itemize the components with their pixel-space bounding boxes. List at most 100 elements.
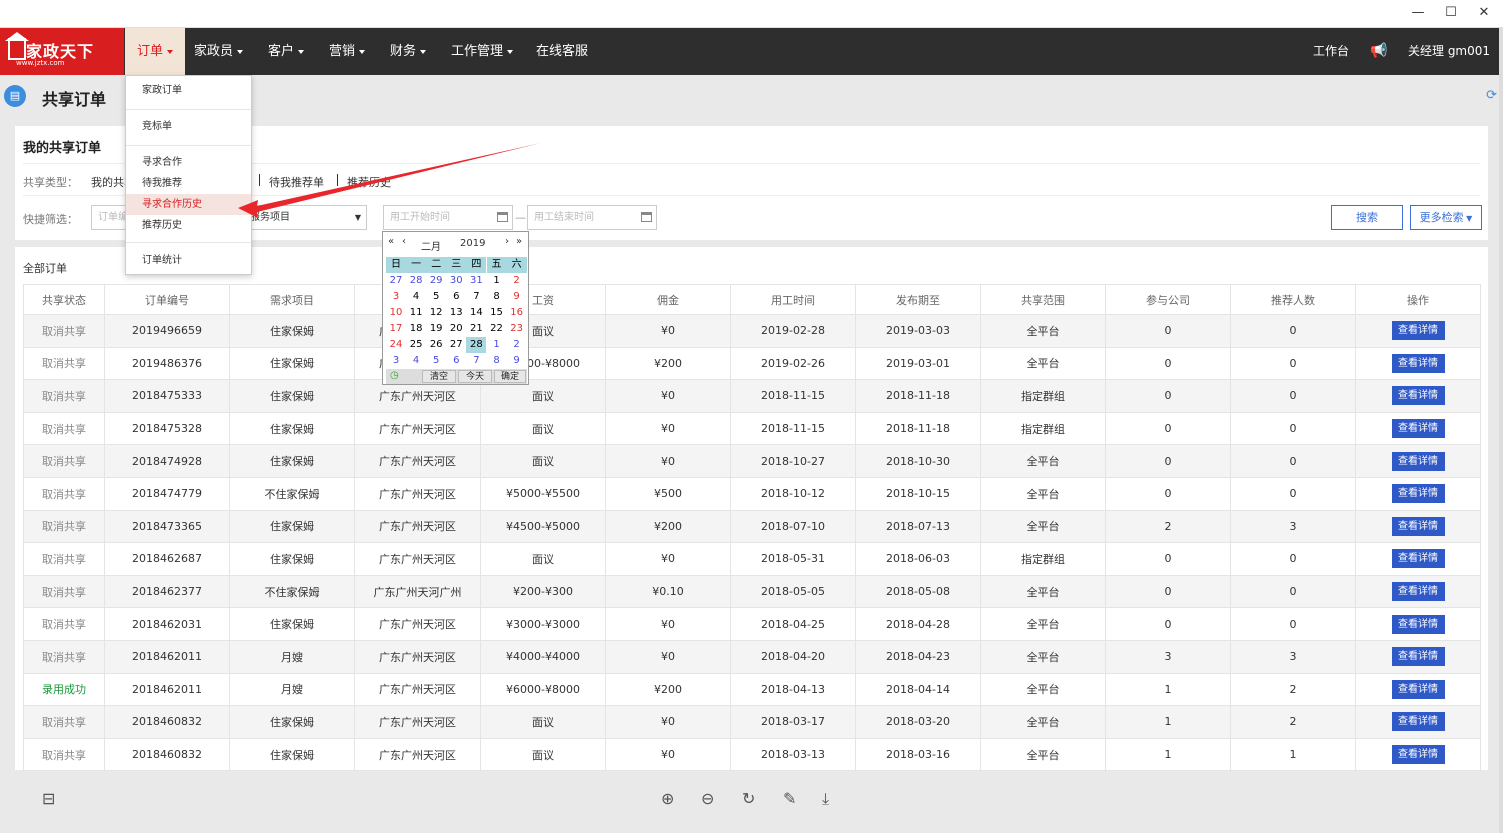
calendar-day[interactable]: 20 [446,321,466,337]
zoom-in-icon[interactable]: ⊕ [661,789,674,808]
calendar-day[interactable]: 1 [487,337,507,353]
megaphone-icon[interactable]: 📢 [1370,28,1387,75]
calendar-day[interactable]: 25 [406,337,426,353]
calendar-day[interactable]: 27 [386,273,406,289]
status-cell[interactable]: 录用成功 [23,672,105,707]
edit-icon[interactable]: ✎ [783,789,796,808]
status-cell[interactable]: 取消共享 [23,574,105,609]
nav-finance[interactable]: 财务 [378,28,438,75]
more-search-button[interactable]: 更多检索 ▼ [1410,205,1482,230]
calendar-day[interactable]: 21 [466,321,486,337]
calendar-day[interactable]: 18 [406,321,426,337]
calendar-day[interactable]: 30 [446,273,466,289]
calendar-day[interactable]: 5 [426,289,446,305]
calendar-day[interactable]: 2 [507,337,527,353]
prev-month-icon[interactable]: ‹ [402,236,406,247]
next-year-icon[interactable]: » [516,236,522,247]
calendar-day[interactable]: 29 [426,273,446,289]
view-detail-button[interactable]: 查看详情 [1391,484,1445,504]
today-button[interactable]: 今天 [458,370,492,383]
status-cell[interactable]: 取消共享 [23,542,105,576]
view-detail-button[interactable]: 查看详情 [1391,321,1445,341]
status-cell[interactable]: 取消共享 [23,314,105,348]
calendar-day[interactable]: 14 [466,305,486,321]
calendar-day[interactable]: 10 [386,305,406,321]
close-icon[interactable]: ✕ [1477,6,1491,20]
menu-item-pending-recommend[interactable]: 待我推荐 [126,173,251,194]
clock-icon[interactable]: ◷ [390,370,399,381]
next-month-icon[interactable]: › [505,236,509,247]
view-detail-button[interactable]: 查看详情 [1391,647,1445,667]
menu-item-order-stats[interactable]: 订单统计 [126,250,251,271]
view-detail-button[interactable]: 查看详情 [1391,386,1445,406]
calendar-day[interactable]: 8 [487,289,507,305]
nav-housekeeper[interactable]: 家政员 [182,28,255,75]
calendar-day[interactable]: 24 [386,337,406,353]
calendar-day[interactable]: 12 [426,305,446,321]
status-cell[interactable]: 取消共享 [23,346,105,381]
menu-item-bid-order[interactable]: 竞标单 [126,116,251,137]
calendar-day[interactable]: 5 [426,353,446,369]
nav-work-management[interactable]: 工作管理 [439,28,525,75]
scrollbar[interactable] [1499,28,1503,833]
status-cell[interactable]: 取消共享 [23,705,105,739]
calendar-day[interactable]: 9 [507,289,527,305]
view-detail-button[interactable]: 查看详情 [1391,712,1445,732]
calendar-day[interactable]: 22 [487,321,507,337]
view-detail-button[interactable]: 查看详情 [1391,614,1445,634]
calendar-day[interactable]: 6 [446,289,466,305]
calendar-day[interactable]: 2 [507,273,527,289]
download-icon[interactable]: ⤓ [822,789,829,809]
calendar-day[interactable]: 31 [466,273,486,289]
status-cell[interactable]: 取消共享 [23,444,105,478]
calendar-day[interactable]: 8 [487,353,507,369]
zoom-out-icon[interactable]: ⊖ [701,789,714,808]
nav-order[interactable]: 订单 [125,28,186,75]
menu-item-seek-cooperation[interactable]: 寻求合作 [126,152,251,173]
calendar-day[interactable]: 28 [466,337,487,353]
end-date-input[interactable]: 用工结束时间 [527,205,657,230]
status-cell[interactable]: 取消共享 [23,411,105,446]
minimize-icon[interactable]: — [1411,6,1425,20]
service-select[interactable]: 服务项目 ▼ [243,205,367,230]
calendar-day[interactable]: 4 [406,353,426,369]
maximize-icon[interactable]: ☐ [1444,6,1458,20]
status-cell[interactable]: 取消共享 [23,476,105,511]
view-detail-button[interactable]: 查看详情 [1391,582,1445,602]
user-menu[interactable]: 关经理 gm001 [1408,28,1490,75]
view-detail-button[interactable]: 查看详情 [1391,516,1445,536]
view-detail-button[interactable]: 查看详情 [1391,419,1445,439]
calendar-day[interactable]: 6 [446,353,466,369]
nav-customer[interactable]: 客户 [256,28,316,75]
status-cell[interactable]: 取消共享 [23,639,105,674]
calendar-day[interactable]: 13 [446,305,466,321]
calendar-day[interactable]: 7 [466,289,486,305]
calendar-day[interactable]: 17 [386,321,406,337]
clear-button[interactable]: 清空 [422,370,456,383]
menu-item-recommend-history[interactable]: 推荐历史 [126,215,251,236]
view-detail-button[interactable]: 查看详情 [1391,745,1445,765]
status-cell[interactable]: 取消共享 [23,509,105,544]
tab-pending-recommend[interactable]: 待我推荐单 [269,174,324,190]
calendar-day[interactable]: 1 [487,273,507,289]
prev-year-icon[interactable]: « [388,236,394,247]
month-label[interactable]: 二月 [421,238,441,253]
status-cell[interactable]: 取消共享 [23,737,105,772]
calendar-day[interactable]: 16 [507,305,527,321]
status-cell[interactable]: 取消共享 [23,607,105,641]
view-detail-button[interactable]: 查看详情 [1391,353,1445,373]
calendar-day[interactable]: 11 [406,305,426,321]
calendar-day[interactable]: 15 [487,305,507,321]
ok-button[interactable]: 确定 [494,370,526,383]
calendar-day[interactable]: 3 [386,353,406,369]
rotate-icon[interactable]: ↻ [742,789,755,808]
calendar-day[interactable]: 27 [446,337,466,353]
calendar-day[interactable]: 23 [507,321,527,337]
calendar-day[interactable]: 28 [406,273,426,289]
menu-item-cooperation-history[interactable]: 寻求合作历史 [126,194,251,215]
layout-icon[interactable]: ⊟ [42,789,55,808]
refresh-icon[interactable]: ⟳ [1486,88,1497,103]
calendar-day[interactable]: 3 [386,289,406,305]
view-detail-button[interactable]: 查看详情 [1391,451,1445,471]
status-cell[interactable]: 取消共享 [23,379,105,413]
